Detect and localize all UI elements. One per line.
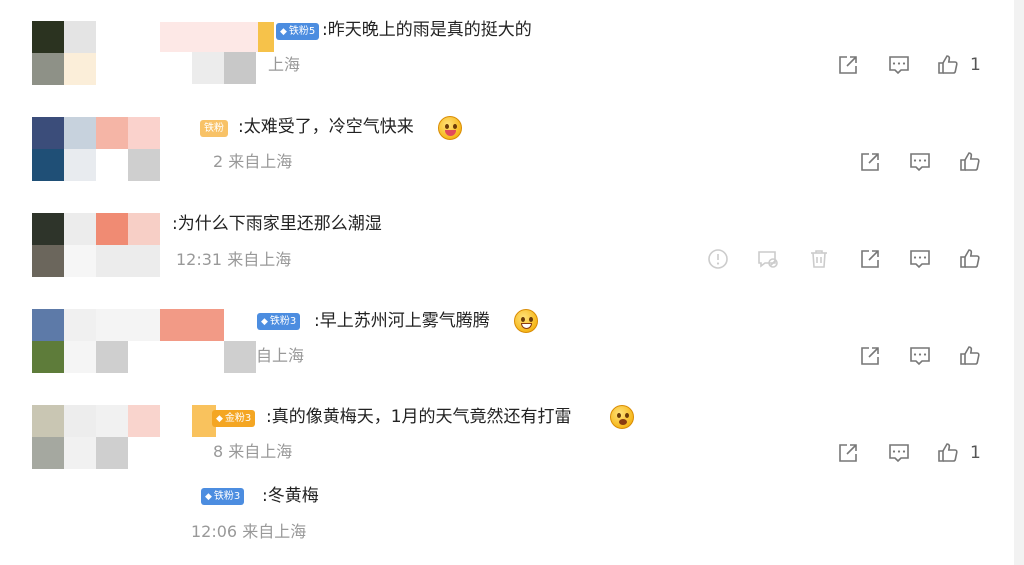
comment-icon[interactable]	[908, 150, 932, 174]
comment-meta: 上海	[268, 55, 301, 74]
scrollbar[interactable]	[1014, 0, 1024, 565]
comment-meta: 8 来自上海	[213, 442, 293, 461]
like-count: 1	[970, 55, 981, 75]
avatar[interactable]	[32, 21, 96, 85]
comment-text: :太难受了，冷空气快来	[238, 117, 414, 137]
comment-text: :早上苏州河上雾气腾腾	[314, 311, 490, 331]
reply-meta: 12:06 来自上海	[191, 522, 307, 541]
grin-emoji-icon	[514, 309, 538, 333]
fan-badge: ◆ 铁粉3	[201, 488, 245, 505]
comment-icon[interactable]	[908, 247, 932, 271]
share-icon[interactable]	[836, 53, 860, 77]
avatar[interactable]	[32, 117, 96, 181]
reply-text: :冬黄梅	[262, 486, 319, 506]
thumbs-up-icon[interactable]	[958, 247, 982, 271]
fan-badge: ◆ 金粉3	[212, 410, 256, 427]
fan-badge: ◆ 铁粉5	[276, 23, 320, 40]
comment-meta: 2 来自上海	[213, 152, 293, 171]
comment-meta: 自上海	[256, 346, 305, 365]
tongue-emoji-icon	[438, 116, 462, 140]
avatar[interactable]	[32, 405, 96, 469]
like-count: 1	[970, 443, 981, 463]
comment-text: :真的像黄梅天，1月的天气竟然还有打雷	[266, 407, 572, 427]
block-icon[interactable]	[756, 247, 780, 271]
comment-text: :为什么下雨家里还那么潮湿	[172, 214, 382, 234]
fan-badge: 铁粉	[200, 120, 228, 137]
share-icon[interactable]	[836, 441, 860, 465]
fan-badge: ◆ 铁粉3	[257, 313, 301, 330]
share-icon[interactable]	[858, 247, 882, 271]
comment-meta: 12:31 来自上海	[176, 250, 292, 269]
username[interactable]	[160, 22, 258, 52]
share-icon[interactable]	[858, 344, 882, 368]
comment-icon[interactable]	[887, 441, 911, 465]
thumbs-up-icon[interactable]	[936, 441, 960, 465]
comment-text: :昨天晚上的雨是真的挺大的	[322, 20, 532, 40]
avatar[interactable]	[32, 309, 96, 373]
share-icon[interactable]	[858, 150, 882, 174]
avatar[interactable]	[32, 213, 96, 277]
thumbs-up-icon[interactable]	[936, 53, 960, 77]
report-icon[interactable]	[706, 247, 730, 271]
comment-icon[interactable]	[908, 344, 932, 368]
delete-icon[interactable]	[807, 247, 831, 271]
shocked-emoji-icon	[610, 405, 634, 429]
thumbs-up-icon[interactable]	[958, 344, 982, 368]
comment-icon[interactable]	[887, 53, 911, 77]
thumbs-up-icon[interactable]	[958, 150, 982, 174]
